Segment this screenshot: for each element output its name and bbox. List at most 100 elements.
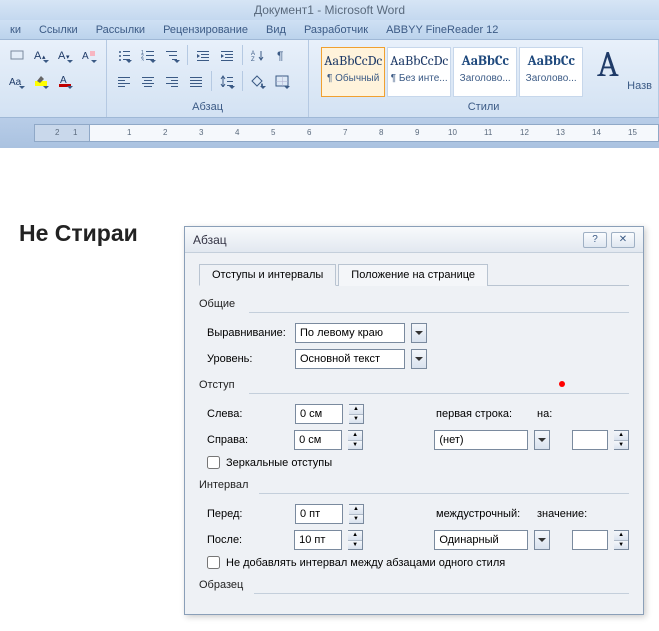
ruler-area: 21 12 34 56 78 910 1112 1314 15 (0, 118, 659, 148)
left-spin[interactable]: ▲▼ (349, 404, 364, 424)
tab-position[interactable]: Положение на странице (338, 264, 488, 286)
show-marks-button[interactable]: ¶ (271, 44, 293, 66)
tab-0[interactable]: ки (10, 24, 21, 36)
style-heading1[interactable]: AaBbCcЗаголово... (453, 47, 517, 97)
change-case-button[interactable]: Aa (6, 70, 28, 92)
sort-button[interactable]: AZ (247, 44, 269, 66)
svg-text:A: A (82, 51, 89, 61)
section-indent: Отступ Слева: ▲▼ первая строка: на: Спра… (199, 379, 629, 469)
level-combo[interactable]: Основной текст (295, 349, 405, 369)
after-spin[interactable]: ▲▼ (348, 530, 363, 550)
section-general: Общие Выравнивание: По левому краю Урове… (199, 298, 629, 369)
tab-4[interactable]: Вид (266, 24, 286, 36)
align-left-button[interactable] (113, 70, 135, 92)
svg-text:¶: ¶ (277, 49, 283, 61)
dialog-titlebar[interactable]: Абзац ? ✕ (185, 227, 643, 253)
by-spinner[interactable] (572, 430, 608, 450)
ruler[interactable]: 21 12 34 56 78 910 1112 1314 15 (34, 124, 659, 142)
font-color-button[interactable]: A (54, 70, 76, 92)
align-label: Выравнивание: (207, 327, 289, 339)
change-styles-label: Назв (627, 80, 652, 92)
grow-font-button[interactable]: A▴ (30, 44, 52, 66)
close-button[interactable]: ✕ (611, 232, 635, 248)
indent-decrease-button[interactable] (192, 44, 214, 66)
right-label: Справа: (207, 434, 288, 446)
align-justify-button[interactable] (185, 70, 207, 92)
svg-text:Aa: Aa (9, 77, 22, 87)
dialog-tabs: Отступы и интервалы Положение на страниц… (199, 263, 629, 286)
highlight-button[interactable] (30, 70, 52, 92)
annotation-dot (559, 381, 565, 387)
before-spinner[interactable] (295, 504, 343, 524)
align-right-button[interactable] (161, 70, 183, 92)
firstline-label: первая строка: (436, 408, 531, 420)
multilevel-button[interactable] (161, 44, 183, 66)
svg-text:Z: Z (251, 57, 255, 61)
indent-increase-button[interactable] (216, 44, 238, 66)
section-sample: Образец (199, 579, 629, 594)
font-size-combo[interactable] (6, 44, 28, 66)
mirror-checkbox[interactable] (207, 456, 220, 469)
linesp-dd[interactable] (534, 530, 550, 550)
paragraph-group-label: Абзац (113, 101, 302, 115)
tab-6[interactable]: ABBYY FineReader 12 (386, 24, 498, 36)
linesp-label: междустрочный: (436, 508, 531, 520)
firstline-combo[interactable]: (нет) (434, 430, 528, 450)
dialog-title-text: Абзац (193, 233, 227, 247)
group-styles: AaBbCcDc¶ Обычный AaBbCcDc¶ Без инте... … (309, 40, 659, 117)
style-nospacing[interactable]: AaBbCcDc¶ Без инте... (387, 47, 451, 97)
styles-group-label: Стили (315, 101, 652, 115)
shading-button[interactable] (247, 70, 269, 92)
ribbon-tabs: ки Ссылки Рассылки Рецензирование Вид Ра… (0, 20, 659, 40)
svg-text:▴: ▴ (42, 54, 46, 61)
style-normal[interactable]: AaBbCcDc¶ Обычный (321, 47, 385, 97)
svg-text:3: 3 (141, 58, 144, 61)
clear-format-button[interactable]: A (78, 44, 100, 66)
val-spinner[interactable] (572, 530, 608, 550)
line-spacing-button[interactable] (216, 70, 238, 92)
before-spin[interactable]: ▲▼ (349, 504, 364, 524)
tab-3[interactable]: Рецензирование (163, 24, 248, 36)
ruler-margin (35, 125, 90, 141)
tab-5[interactable]: Разработчик (304, 24, 368, 36)
right-spinner[interactable] (294, 430, 342, 450)
borders-button[interactable] (271, 70, 293, 92)
ribbon: A▴ A▾ A Aa A 123 AZ ¶ (0, 40, 659, 118)
linesp-combo[interactable]: Одинарный (434, 530, 528, 550)
after-label: После: (207, 534, 288, 546)
section-spacing: Интервал Перед: ▲▼ междустрочный: значен… (199, 479, 629, 569)
by-spin[interactable]: ▲▼ (614, 430, 629, 450)
change-styles-button[interactable]: A (593, 44, 623, 85)
noadd-checkbox[interactable] (207, 556, 220, 569)
level-combo-dd[interactable] (411, 349, 427, 369)
right-spin[interactable]: ▲▼ (348, 430, 363, 450)
style-heading2[interactable]: AaBbCcЗаголово... (519, 47, 583, 97)
tab-1[interactable]: Ссылки (39, 24, 78, 36)
body-text: Не Стираи (19, 220, 138, 247)
level-label: Уровень: (207, 353, 289, 365)
help-button[interactable]: ? (583, 232, 607, 248)
paragraph-dialog: Абзац ? ✕ Отступы и интервалы Положение … (184, 226, 644, 615)
svg-text:A: A (58, 50, 66, 61)
group-font: A▴ A▾ A Aa A (0, 40, 107, 117)
styles-gallery[interactable]: AaBbCcDc¶ Обычный AaBbCcDc¶ Без инте... … (315, 44, 589, 100)
title-bar: Документ1 - Microsoft Word (0, 0, 659, 20)
shrink-font-button[interactable]: A▾ (54, 44, 76, 66)
bullets-button[interactable] (113, 44, 135, 66)
val-label: значение: (537, 508, 587, 520)
tab-2[interactable]: Рассылки (96, 24, 145, 36)
align-combo[interactable]: По левому краю (295, 323, 405, 343)
mirror-label: Зеркальные отступы (226, 457, 332, 469)
align-combo-dd[interactable] (411, 323, 427, 343)
align-center-button[interactable] (137, 70, 159, 92)
before-label: Перед: (207, 508, 289, 520)
firstline-dd[interactable] (534, 430, 550, 450)
after-spinner[interactable] (294, 530, 342, 550)
numbering-button[interactable]: 123 (137, 44, 159, 66)
svg-text:▾: ▾ (66, 54, 70, 61)
group-paragraph: 123 AZ ¶ Абзац (107, 40, 309, 117)
noadd-label: Не добавлять интервал между абзацами одн… (226, 557, 505, 569)
left-spinner[interactable] (295, 404, 343, 424)
tab-indents[interactable]: Отступы и интервалы (199, 264, 336, 286)
val-spin[interactable]: ▲▼ (614, 530, 629, 550)
